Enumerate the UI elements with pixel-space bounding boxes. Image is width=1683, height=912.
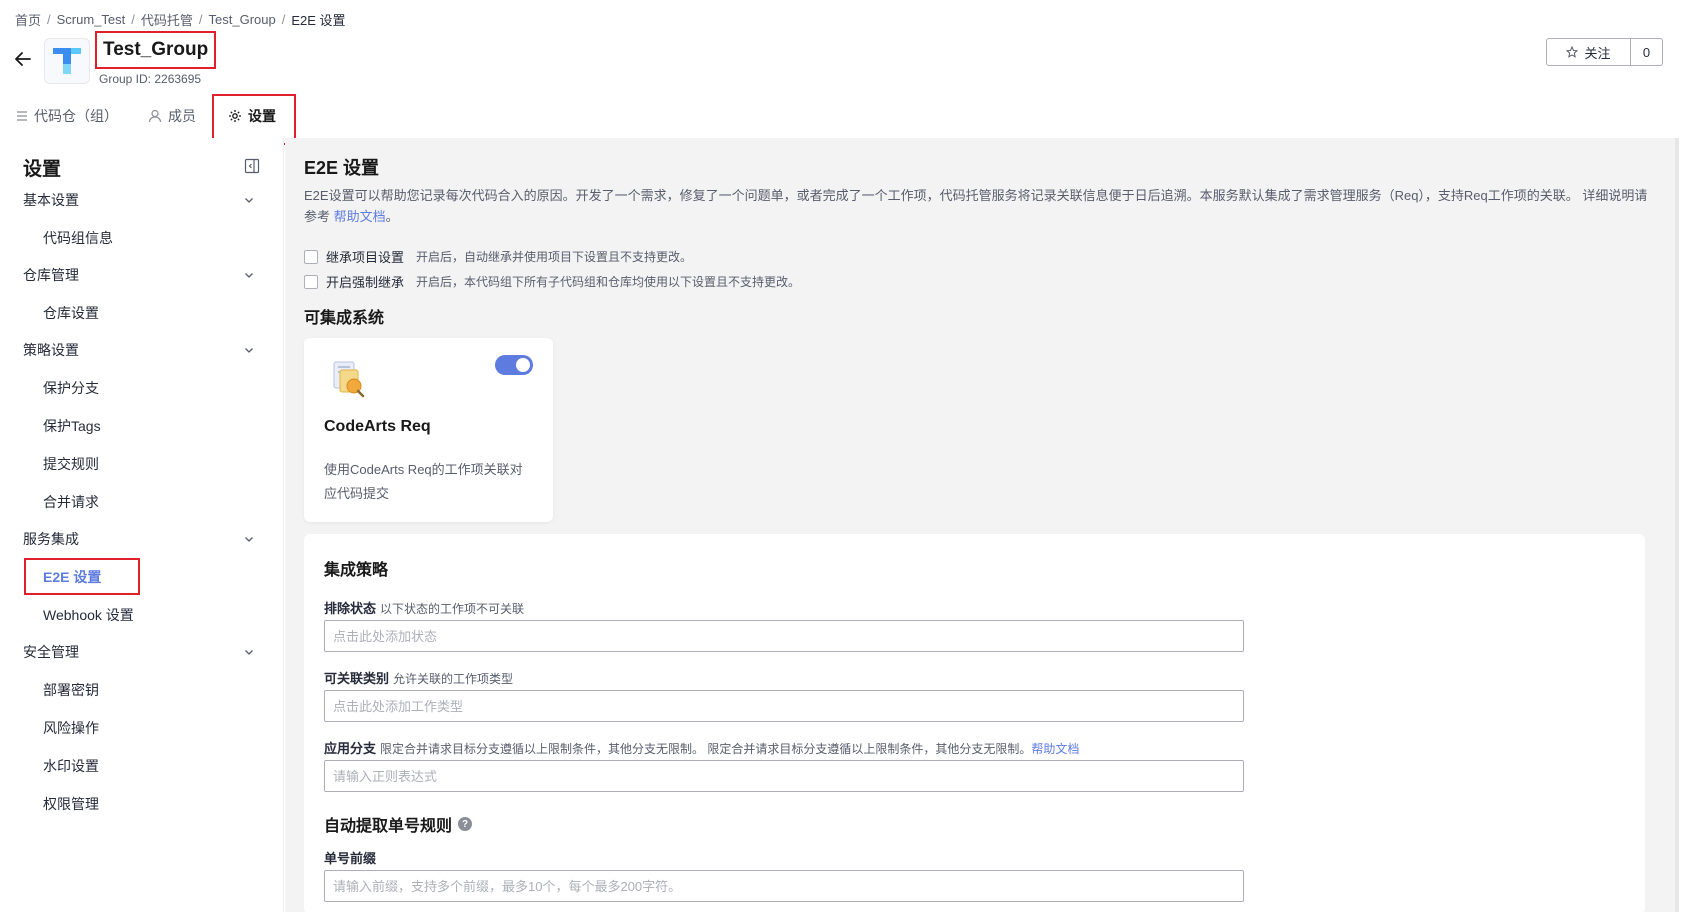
card-description: 使用CodeArts Req的工作项关联对应代码提交 — [324, 462, 523, 501]
sidebar-item-commit-rules[interactable]: 提交规则 — [43, 454, 99, 474]
prefix-label-text: 单号前缀 — [324, 851, 377, 866]
page-description: E2E设置可以帮助您记录每次代码合入的原因。开发了一个需求，修复了一个问题单，或… — [304, 185, 1649, 227]
work-item-types-label-text: 可关联类别 — [324, 671, 390, 686]
tab-members-label: 成员 — [168, 108, 196, 124]
page-title: E2E 设置 — [304, 158, 380, 178]
apply-branch-help-link[interactable]: 帮助文档 — [1031, 742, 1079, 756]
group-logo — [44, 38, 90, 84]
sidebar-group-label: 仓库管理 — [23, 267, 79, 283]
exclude-status-label: 排除状态 以下状态的工作项不可关联 — [324, 598, 524, 617]
highlight-box-e2e-item — [24, 558, 140, 595]
breadcrumb-home[interactable]: 首页 — [15, 10, 41, 29]
sidebar-item-merge-requests[interactable]: 合并请求 — [43, 492, 99, 512]
sidebar-item-webhook-settings[interactable]: Webhook 设置 — [43, 605, 134, 625]
force-inherit-hint: 开启后，本代码组下所有子代码组和仓库均使用以下设置且不支持更改。 — [416, 275, 801, 289]
page-description-end: 。 — [385, 209, 399, 224]
tab-repos[interactable]: 代码仓（组） — [16, 94, 118, 138]
help-question-icon[interactable]: ? — [458, 817, 473, 831]
sidebar-group-label: 安全管理 — [23, 644, 79, 660]
breadcrumb-repo[interactable]: 代码托管 — [141, 10, 193, 29]
sidebar-group-label: 策略设置 — [23, 342, 79, 358]
sidebar-group-label: 基本设置 — [23, 192, 79, 208]
back-arrow-icon[interactable] — [14, 50, 32, 68]
breadcrumb-group[interactable]: Test_Group — [209, 12, 276, 27]
apply-branch-hint: 限定合并请求目标分支遵循以上限制条件，其他分支无限制。 限定合并请求目标分支遵循… — [380, 742, 1032, 756]
page-description-text: E2E设置可以帮助您记录每次代码合入的原因。开发了一个需求，修复了一个问题单，或… — [304, 188, 1648, 224]
chevron-down-icon — [245, 198, 253, 203]
inherit-checkbox[interactable] — [304, 249, 318, 264]
breadcrumb-current: E2E 设置 — [291, 13, 346, 28]
breadcrumb-separator: / — [198, 12, 203, 27]
sidebar: 设置 基本设置 代码组信息 仓库管理 仓库设置 策略设置 保护分支 保护Tags… — [0, 138, 284, 912]
user-icon — [148, 109, 162, 123]
force-inherit-setting[interactable]: 开启强制继承 开启后，本代码组下所有子代码组和仓库均使用以下设置且不支持更改。 — [304, 272, 800, 291]
sidebar-item-risk-operations[interactable]: 风险操作 — [43, 718, 99, 738]
codearts-req-card: CodeArts Req 使用CodeArts Req的工作项关联对应代码提交 — [304, 338, 553, 522]
sidebar-group-repo[interactable]: 仓库管理 — [23, 265, 255, 285]
list-icon — [17, 111, 27, 121]
prefix-label: 单号前缀 — [324, 848, 376, 867]
sidebar-title: 设置 — [23, 159, 62, 180]
follow-label: 关注 — [1584, 45, 1611, 61]
collapse-sidebar-icon[interactable] — [244, 158, 260, 174]
inherit-hint: 开启后，自动继承并使用项目下设置且不支持更改。 — [416, 250, 693, 264]
chevron-down-icon — [245, 348, 253, 353]
systems-section-title: 可集成系统 — [304, 310, 385, 327]
tab-repos-label: 代码仓（组） — [34, 108, 118, 124]
breadcrumb: 首页 / Scrum_Test / 代码托管 / Test_Group / E2E 设置 — [15, 10, 346, 29]
requirement-doc-icon — [333, 361, 365, 398]
integration-strategy-panel: 集成策略 排除状态以下状态的工作项不可关联 可关联类别允许关联的工作项类型 应用… — [304, 534, 1645, 912]
star-icon — [1566, 46, 1579, 58]
chevron-down-icon — [245, 537, 253, 542]
sidebar-group-security[interactable]: 安全管理 — [23, 642, 255, 662]
sidebar-item-watermark[interactable]: 水印设置 — [43, 756, 99, 776]
exclude-status-input[interactable] — [324, 620, 1244, 652]
sidebar-group-label: 服务集成 — [23, 531, 79, 547]
force-inherit-label: 开启强制继承 — [326, 275, 405, 290]
chevron-down-icon — [245, 650, 253, 655]
exclude-status-hint: 以下状态的工作项不可关联 — [380, 602, 525, 616]
group-id: Group ID: 2263695 — [99, 72, 202, 86]
group-name-title: Test_Group — [95, 31, 217, 69]
auto-extract-title: 自动提取单号规则 ? — [324, 812, 473, 836]
inherit-project-setting[interactable]: 继承项目设置 开启后，自动继承并使用项目下设置且不支持更改。 — [304, 247, 692, 266]
top-tabs: 代码仓（组） 成员 设置 — [0, 94, 1683, 145]
tab-members[interactable]: 成员 — [148, 94, 196, 138]
sidebar-item-protected-branches[interactable]: 保护分支 — [43, 378, 99, 398]
apply-branch-input[interactable] — [324, 760, 1244, 792]
breadcrumb-separator: / — [47, 12, 51, 27]
force-inherit-checkbox[interactable] — [304, 274, 318, 289]
chevron-down-icon — [245, 273, 253, 278]
apply-branch-label-text: 应用分支 — [324, 741, 377, 756]
sidebar-item-group-info[interactable]: 代码组信息 — [43, 228, 113, 248]
exclude-status-label-text: 排除状态 — [324, 601, 377, 616]
sidebar-group-basic[interactable]: 基本设置 — [23, 190, 255, 210]
work-item-types-label: 可关联类别 允许关联的工作项类型 — [324, 668, 513, 687]
panel-title: 集成策略 — [324, 562, 389, 579]
apply-branch-label: 应用分支 限定合并请求目标分支遵循以上限制条件，其他分支无限制。 限定合并请求目标… — [324, 738, 1079, 757]
group-logo-icon — [53, 48, 81, 74]
work-item-types-input[interactable] — [324, 690, 1244, 722]
sidebar-item-deploy-keys[interactable]: 部署密钥 — [43, 680, 99, 700]
breadcrumb-separator: / — [131, 12, 135, 27]
sidebar-item-permissions[interactable]: 权限管理 — [43, 794, 99, 814]
sidebar-group-policy[interactable]: 策略设置 — [23, 340, 255, 360]
prefix-input[interactable] — [324, 870, 1244, 902]
follow-count: 0 — [1631, 38, 1663, 66]
breadcrumb-separator: / — [281, 12, 286, 27]
inherit-label: 继承项目设置 — [326, 250, 405, 265]
toggle-knob — [516, 358, 530, 372]
work-item-types-hint: 允许关联的工作项类型 — [393, 672, 514, 686]
card-title: CodeArts Req — [324, 418, 431, 435]
sidebar-item-repo-settings[interactable]: 仓库设置 — [43, 303, 99, 323]
sidebar-group-integration[interactable]: 服务集成 — [23, 529, 255, 549]
auto-extract-title-text: 自动提取单号规则 — [324, 818, 453, 835]
sidebar-item-protected-tags[interactable]: 保护Tags — [43, 416, 101, 436]
help-doc-link[interactable]: 帮助文档 — [334, 209, 386, 224]
breadcrumb-project[interactable]: Scrum_Test — [57, 12, 126, 27]
follow-control: 关注 0 — [1546, 38, 1663, 66]
req-enable-toggle[interactable] — [495, 355, 533, 375]
follow-button[interactable]: 关注 — [1546, 38, 1631, 66]
main-scrollbar[interactable] — [1675, 138, 1679, 912]
